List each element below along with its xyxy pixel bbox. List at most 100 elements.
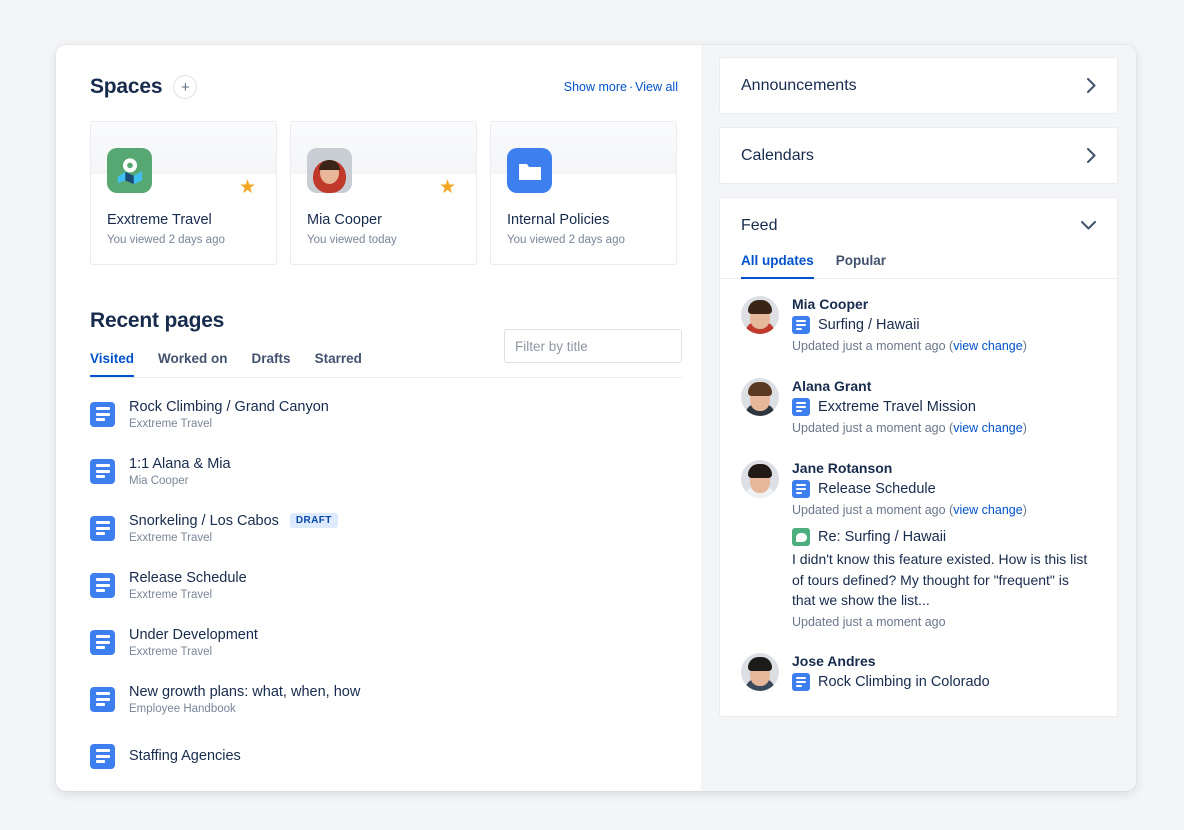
view-change-link[interactable]: view change — [953, 503, 1023, 517]
view-change-link[interactable]: view change — [953, 421, 1023, 435]
filter-by-title-box[interactable] — [504, 329, 692, 363]
feed-entry-meta: Updated just a moment ago (view change) — [792, 419, 1096, 438]
feed-entry-title[interactable]: Release Schedule — [818, 481, 936, 497]
feed-item-body: Jane Rotanson Release Schedule Updated j… — [792, 460, 1096, 632]
tab-popular[interactable]: Popular — [836, 253, 886, 279]
add-space-button[interactable]: + — [173, 75, 198, 99]
feed-entry-excerpt: I didn't know this feature existed. How … — [792, 551, 1088, 609]
feed-author: Mia Cooper — [792, 296, 869, 312]
chevron-down-icon[interactable] — [1081, 221, 1096, 230]
tab-visited[interactable]: Visited — [90, 351, 135, 377]
space-card-meta: You viewed 2 days ago — [107, 234, 225, 246]
view-all-link[interactable]: View all — [635, 80, 678, 94]
list-item-space: Exxtreme Travel — [129, 417, 213, 430]
space-card-name: Exxtreme Travel — [107, 212, 212, 228]
feed-entry-line: Release Schedule — [792, 479, 1096, 498]
list-item[interactable]: Release Schedule Exxtreme Travel — [90, 565, 682, 605]
feed-entry-title[interactable]: Re: Surfing / Hawaii — [818, 529, 946, 545]
feed-entry-title[interactable]: Rock Climbing in Colorado — [818, 674, 990, 690]
feed-tabs: All updates Popular — [720, 253, 1117, 279]
view-change-link[interactable]: view change — [953, 339, 1023, 353]
page-icon — [90, 401, 115, 427]
avatar-hair — [748, 463, 772, 478]
calendars-header[interactable]: Calendars — [720, 128, 1117, 183]
list-item-title-row: Snorkeling / Los Cabos DRAFT — [129, 513, 338, 529]
space-card-mia-cooper[interactable]: ★ Mia Cooper You viewed today — [290, 121, 477, 265]
feed-meta-prefix: Updated just a moment ago ( — [792, 502, 954, 517]
list-item-text: Rock Climbing / Grand Canyon Exxtreme Tr… — [129, 399, 329, 430]
tabs-divider — [90, 377, 682, 378]
space-card-meta: You viewed 2 days ago — [507, 234, 625, 246]
feed-entry-title[interactable]: Surfing / Hawaii — [818, 317, 920, 333]
spaces-header: Spaces + Show more · View all — [90, 75, 678, 99]
space-card-meta: You viewed today — [307, 234, 397, 246]
filter-input[interactable] — [515, 338, 692, 354]
feed-entry-line: Surfing / Hawaii — [792, 316, 1096, 334]
star-icon[interactable]: ★ — [439, 178, 456, 197]
list-item-title: Release Schedule — [129, 569, 247, 586]
list-item-title: 1:1 Alana & Mia — [129, 455, 231, 472]
feed-item[interactable]: Jose Andres Rock Climbing in Colorado — [741, 653, 1096, 694]
feed-item-list: Mia Cooper Surfing / Hawaii Updated just… — [720, 279, 1117, 694]
avatar-hair — [748, 381, 772, 396]
feed-author: Jose Andres — [792, 653, 876, 670]
avatar — [741, 377, 779, 416]
avatar-hair — [748, 300, 772, 314]
space-card-name: Internal Policies — [507, 212, 610, 228]
star-icon[interactable]: ★ — [239, 178, 256, 197]
feed-author: Alana Grant — [792, 377, 872, 394]
list-item[interactable]: 1:1 Alana & Mia Mia Cooper — [90, 451, 682, 491]
spaces-links: Show more · View all — [564, 80, 678, 94]
map-pin-glyph — [117, 157, 142, 184]
tab-all-updates[interactable]: All updates — [741, 253, 814, 279]
feed-entry-line: Exxtreme Travel Mission — [792, 397, 1096, 416]
list-item-title-row: Release Schedule — [129, 570, 247, 586]
tab-drafts[interactable]: Drafts — [252, 351, 291, 377]
announcements-header[interactable]: Announcements — [720, 58, 1117, 113]
space-card-internal-policies[interactable]: Internal Policies You viewed 2 days ago — [490, 121, 677, 265]
recent-pages-toolbar: Visited Worked on Drafts Starred — [90, 329, 692, 377]
feed-item[interactable]: Mia Cooper Surfing / Hawaii Updated just… — [741, 296, 1096, 356]
space-card-exxtreme-travel[interactable]: ★ Exxtreme Travel You viewed 2 days ago — [90, 121, 277, 265]
list-item-title-row: 1:1 Alana & Mia — [129, 456, 231, 472]
page-icon — [90, 629, 115, 655]
announcements-title: Announcements — [741, 76, 857, 94]
feed-item[interactable]: Jane Rotanson Release Schedule Updated j… — [741, 459, 1096, 632]
list-item-text: Staffing Agencies — [129, 748, 241, 764]
link-separator: · — [628, 80, 634, 94]
list-item-title-row: Rock Climbing / Grand Canyon — [129, 399, 329, 415]
map-space-icon — [107, 148, 152, 193]
announcements-panel: Announcements — [719, 57, 1118, 114]
feed-entry-line: Re: Surfing / Hawaii — [792, 528, 1096, 547]
list-item-space: Exxtreme Travel — [129, 645, 213, 658]
chevron-right-icon[interactable] — [1087, 148, 1096, 163]
feed-entry-title[interactable]: Exxtreme Travel Mission — [818, 399, 976, 415]
tab-starred[interactable]: Starred — [315, 351, 362, 377]
feed-item[interactable]: Alana Grant Exxtreme Travel Mission Upda… — [741, 377, 1096, 438]
space-card-name: Mia Cooper — [307, 212, 382, 228]
recent-tabs: Visited Worked on Drafts Starred — [90, 351, 362, 377]
comment-icon — [792, 528, 810, 547]
list-item[interactable]: Under Development Exxtreme Travel — [90, 622, 682, 662]
feed-author: Jane Rotanson — [792, 459, 893, 476]
recent-pages-list: Rock Climbing / Grand Canyon Exxtreme Tr… — [90, 394, 682, 776]
avatar — [741, 653, 779, 692]
list-item[interactable]: Snorkeling / Los Cabos DRAFT Exxtreme Tr… — [90, 508, 682, 548]
tab-worked-on[interactable]: Worked on — [158, 351, 228, 377]
list-item-text: New growth plans: what, when, how Employ… — [129, 684, 360, 715]
column-gutter — [701, 45, 719, 791]
feed-header[interactable]: Feed — [720, 198, 1117, 253]
show-more-link[interactable]: Show more — [564, 80, 627, 94]
list-item-title: Rock Climbing / Grand Canyon — [129, 398, 329, 415]
list-item[interactable]: Staffing Agencies — [90, 736, 682, 776]
page-icon — [792, 673, 810, 692]
list-item-title: Snorkeling / Los Cabos — [129, 512, 279, 529]
list-item[interactable]: New growth plans: what, when, how Employ… — [90, 679, 682, 719]
spaces-title: Spaces — [90, 75, 163, 98]
page-icon — [90, 572, 115, 598]
list-item-text: Under Development Exxtreme Travel — [129, 627, 258, 658]
chevron-right-icon[interactable] — [1087, 78, 1096, 93]
list-item-title-row: Under Development — [129, 627, 258, 643]
list-item[interactable]: Rock Climbing / Grand Canyon Exxtreme Tr… — [90, 394, 682, 434]
feed-panel: Feed All updates Popular Mia Cooper Surf… — [719, 197, 1118, 718]
